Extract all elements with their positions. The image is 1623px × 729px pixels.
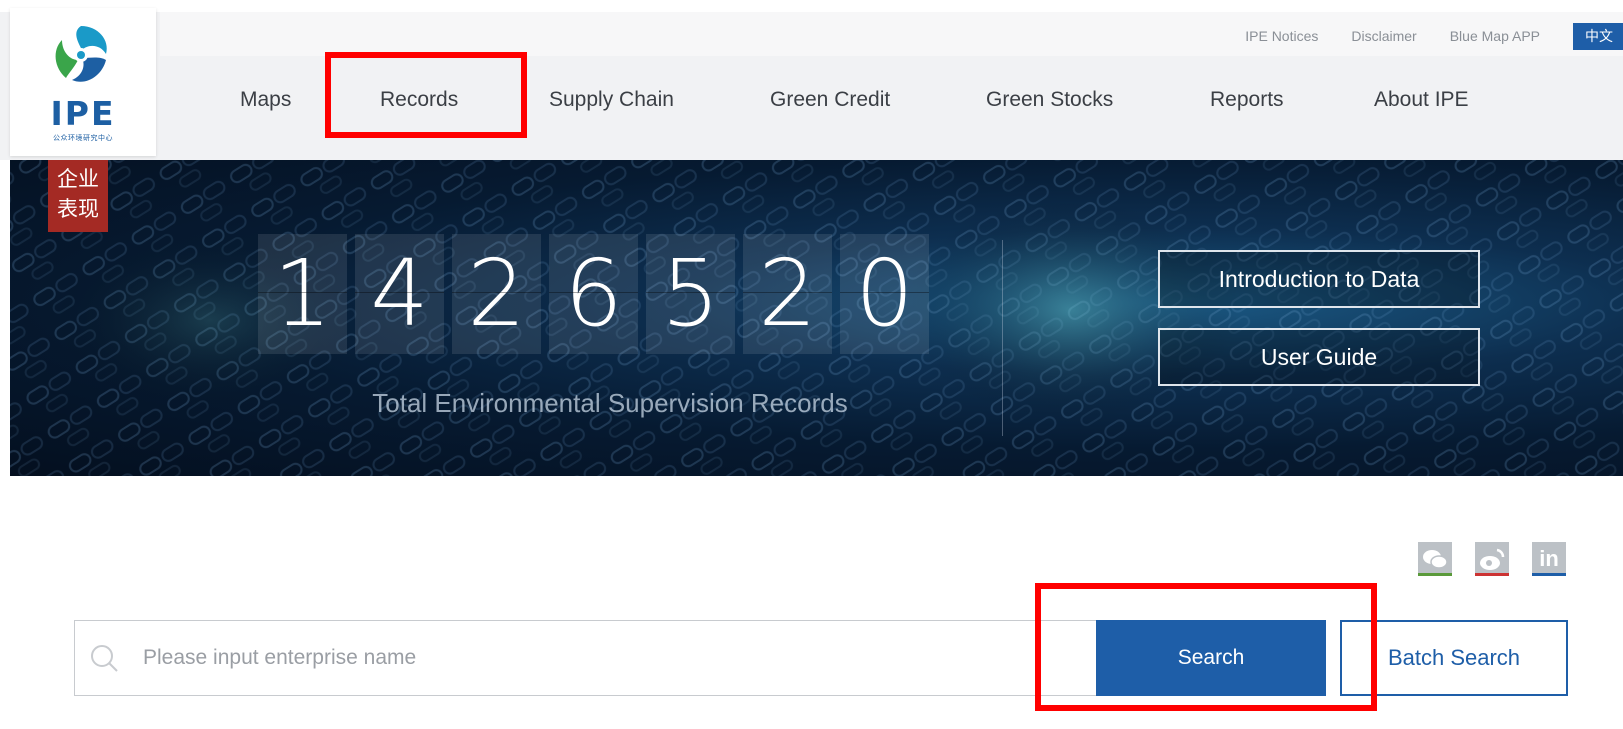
search-button[interactable]: Search (1096, 620, 1326, 696)
enterprise-performance-badge: 企业 表现 (48, 160, 108, 232)
weibo-glyph (1480, 548, 1505, 570)
badge-label: 企业 表现 (57, 167, 99, 221)
batch-search-button[interactable]: Batch Search (1340, 620, 1568, 696)
ipe-notices-link[interactable]: IPE Notices (1245, 28, 1318, 44)
banner-divider (1002, 240, 1003, 436)
nav-item-about-ipe[interactable]: About IPE (1374, 80, 1469, 120)
language-switch-button[interactable]: 中文 (1573, 22, 1623, 50)
weibo-icon[interactable] (1475, 542, 1509, 576)
counter-digit: 1 (258, 234, 347, 354)
utility-links: IPE Notices Disclaimer Blue Map APP 中文 (1245, 22, 1623, 50)
introduction-to-data-button[interactable]: Introduction to Data (1158, 250, 1480, 308)
enterprise-search-input[interactable] (143, 621, 1063, 695)
site-logo[interactable]: IPE 公众环境研究中心 (10, 8, 156, 156)
counter-digit: 2 (743, 234, 832, 354)
nav-item-green-stocks[interactable]: Green Stocks (986, 80, 1113, 120)
user-guide-button[interactable]: User Guide (1158, 328, 1480, 386)
enterprise-search-field[interactable] (74, 620, 1098, 696)
counter-digit: 0 (840, 234, 929, 354)
search-icon (91, 645, 118, 672)
records-banner: 企业 表现 1 4 2 6 5 2 0 Total Environmental … (10, 160, 1623, 476)
nav-item-green-credit[interactable]: Green Credit (770, 80, 890, 120)
nav-item-reports[interactable]: Reports (1210, 80, 1284, 120)
blue-map-app-link[interactable]: Blue Map APP (1450, 28, 1540, 44)
disclaimer-link[interactable]: Disclaimer (1351, 28, 1416, 44)
counter-digit: 6 (549, 234, 638, 354)
records-counter: 1 4 2 6 5 2 0 (258, 234, 937, 354)
logo-text: IPE (50, 94, 116, 133)
top-strip (0, 0, 1623, 12)
wechat-glyph (1423, 550, 1448, 569)
ipe-logo-icon (50, 24, 112, 86)
counter-digit: 5 (646, 234, 735, 354)
counter-digit: 2 (452, 234, 541, 354)
counter-digit: 4 (355, 234, 444, 354)
counter-caption: Total Environmental Supervision Records (372, 388, 848, 418)
logo-subtitle: 公众环境研究中心 (53, 135, 113, 142)
nav-item-supply-chain[interactable]: Supply Chain (549, 80, 674, 120)
linkedin-icon[interactable]: in (1532, 542, 1566, 576)
nav-item-records[interactable]: Records (380, 80, 458, 120)
nav-item-maps[interactable]: Maps (240, 80, 291, 120)
wechat-icon[interactable] (1418, 542, 1452, 576)
